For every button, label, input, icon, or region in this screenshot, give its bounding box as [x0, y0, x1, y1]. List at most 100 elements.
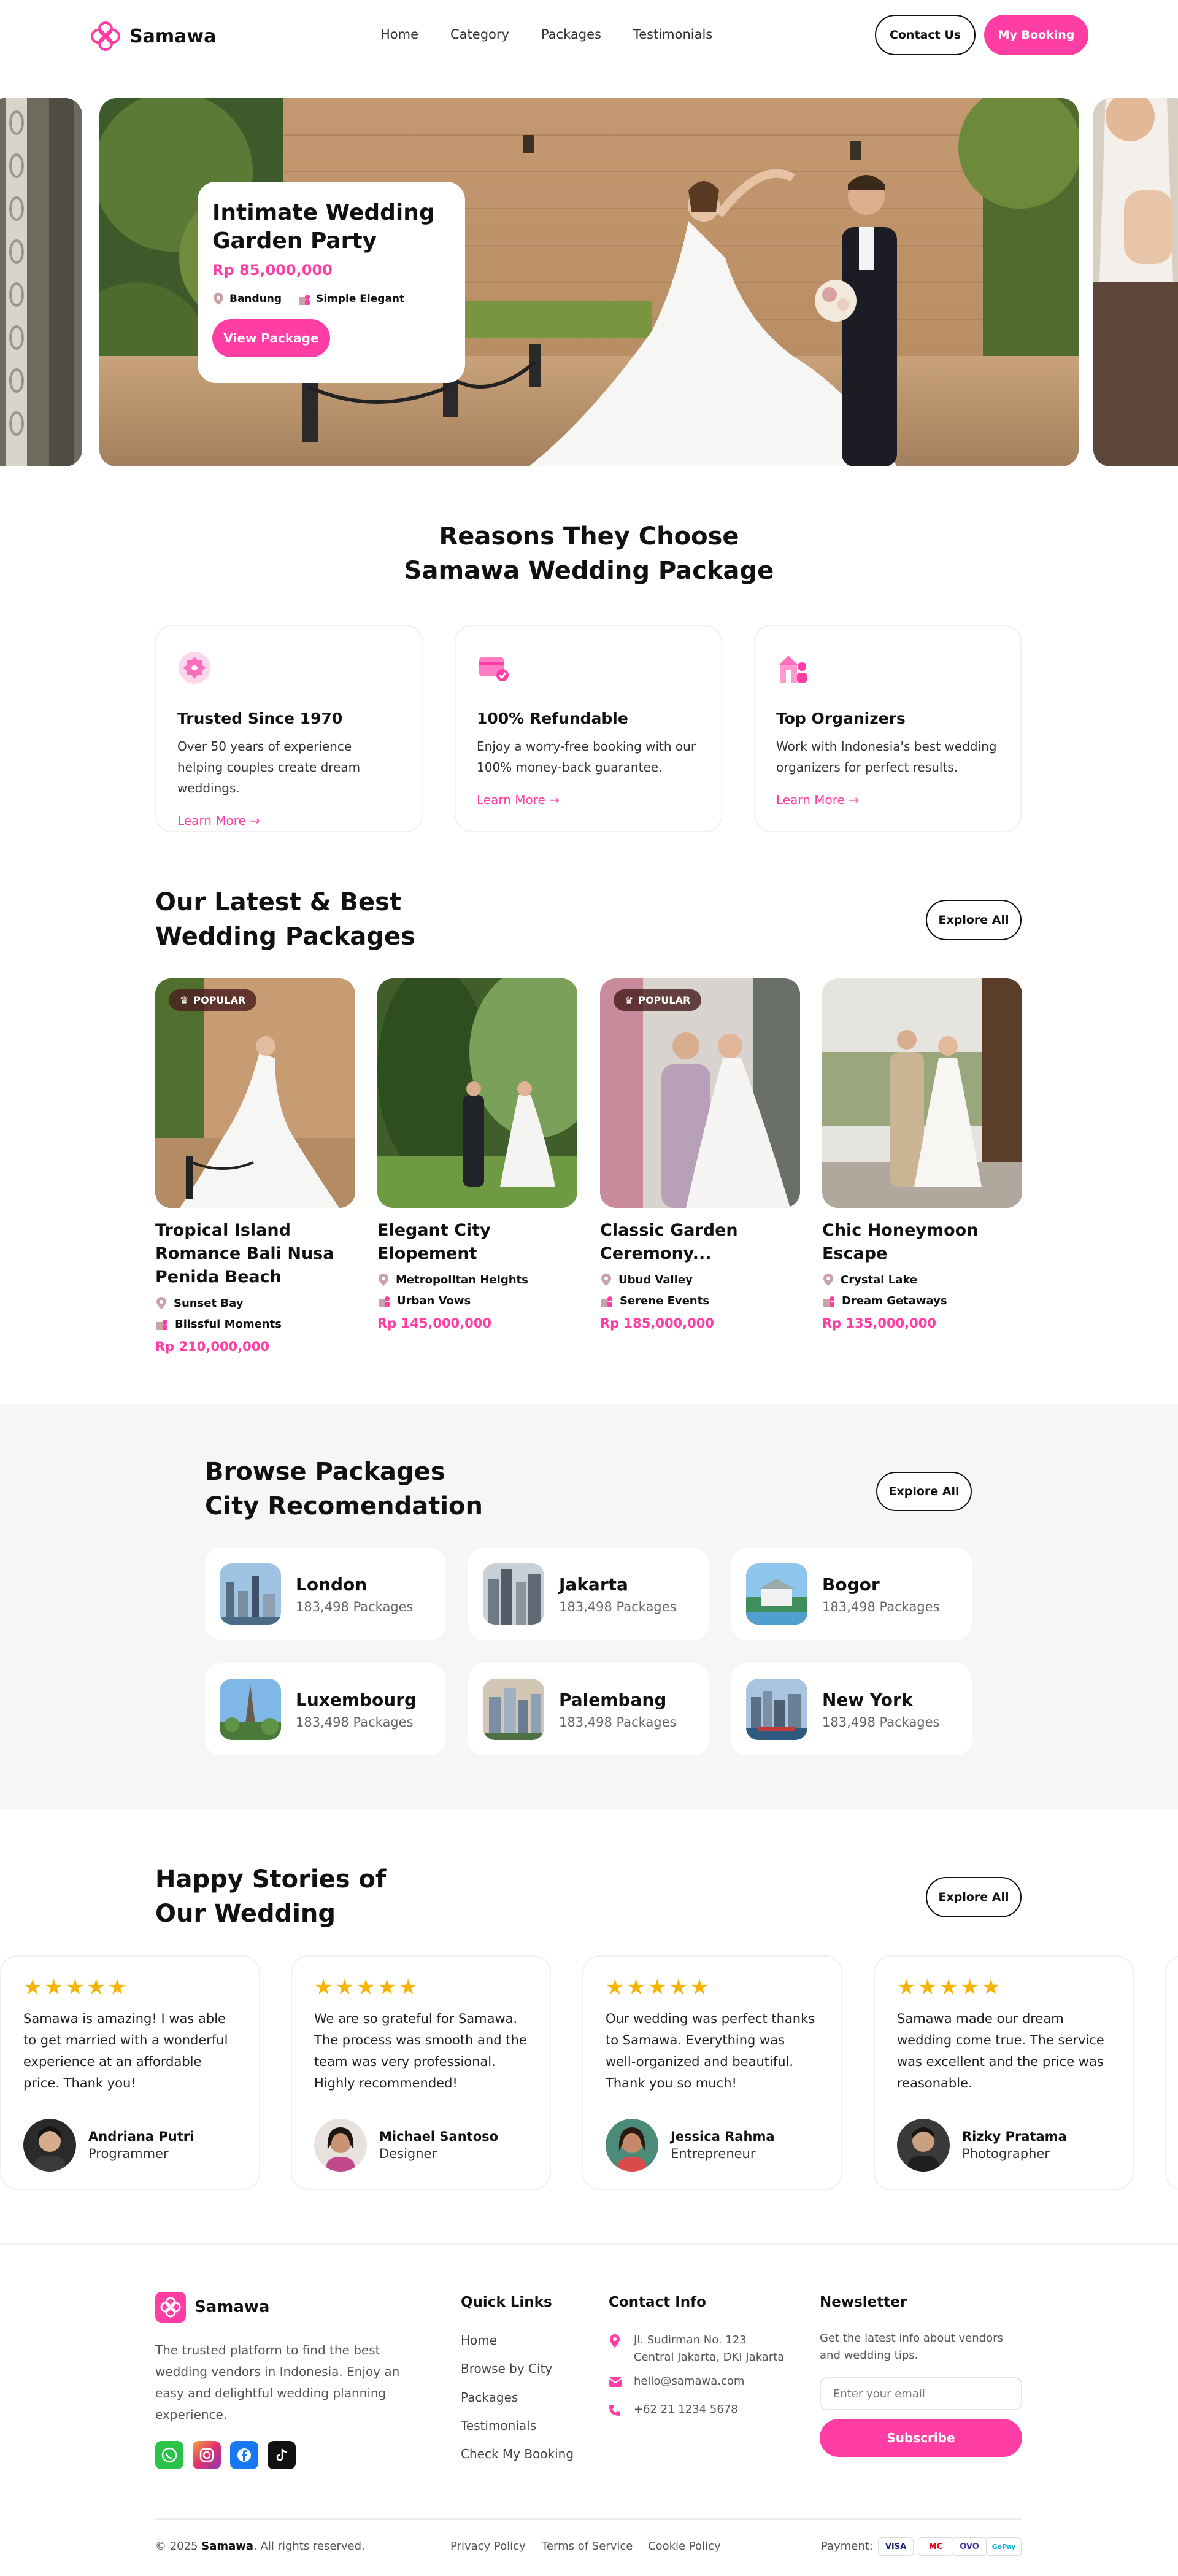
tiktok-icon[interactable] — [268, 2441, 296, 2469]
logo[interactable]: Samawa — [90, 21, 216, 52]
learn-more-link[interactable]: Learn More → — [177, 813, 401, 828]
package-card[interactable]: Elegant City Elopement Metropolitan Heig… — [377, 978, 577, 1331]
address-line2: Central Jakarta, DKI Jakarta — [634, 2351, 785, 2364]
footer-brand-name: Samawa — [194, 2298, 270, 2316]
testimonial-text: Samawa made our dream wedding come true.… — [897, 2011, 1104, 2091]
prev-slide-image — [0, 98, 82, 466]
whatsapp-icon[interactable] — [155, 2441, 183, 2469]
page: Samawa Home Category Packages Testimonia… — [0, 0, 1178, 2576]
reasons-title-line2: Samawa Wedding Package — [404, 557, 774, 585]
my-booking-button[interactable]: My Booking — [984, 15, 1088, 55]
copyright-text: . All rights reserved. — [253, 2540, 365, 2553]
city-card-london[interactable]: London 183,498 Packages — [205, 1548, 445, 1640]
package-card[interactable]: ♛ POPULAR Classic Garden Ceremony... Ubud… — [600, 978, 800, 1331]
city-count: 183,498 Packages — [822, 1714, 940, 1730]
footer-link-home[interactable]: Home — [461, 2333, 497, 2348]
footer-link-browse-city[interactable]: Browse by City — [461, 2361, 552, 2376]
footer-email[interactable]: hello@samawa.com — [634, 2375, 744, 2388]
footer-link-testimonials[interactable]: Testimonials — [461, 2418, 536, 2433]
visa-icon: VISA — [878, 2537, 914, 2556]
rating-stars: ★★★★★ — [23, 1975, 129, 2000]
city-card-bogor[interactable]: Bogor 183,498 Packages — [731, 1548, 972, 1640]
reasons-title: Reasons They Choose Samawa Wedding Packa… — [0, 519, 1178, 588]
location-pin-icon — [610, 2334, 620, 2348]
nav-packages[interactable]: Packages — [541, 27, 601, 42]
organizer-icon — [601, 1296, 612, 1307]
subscribe-button[interactable]: Subscribe — [820, 2419, 1022, 2457]
packages-explore-all-button[interactable]: Explore All — [926, 900, 1022, 940]
package-location: Metropolitan Heights — [396, 1273, 528, 1286]
nav-links: Home Category Packages Testimonials — [380, 27, 712, 42]
location-pin-icon — [601, 1274, 611, 1286]
copyright: © 2025 Samawa. All rights reserved. — [155, 2540, 365, 2553]
packages-title-line1: Our Latest & Best — [155, 888, 402, 916]
mastercard-icon: MC — [918, 2537, 953, 2556]
newsletter-email-input[interactable] — [820, 2377, 1022, 2410]
package-price: Rp 135,000,000 — [822, 1316, 936, 1331]
gopay-icon: GoPay — [986, 2537, 1022, 2556]
refund-card-icon — [479, 657, 509, 681]
footer-link-packages[interactable]: Packages — [461, 2390, 518, 2405]
footer-address: Jl. Sudirman No. 123 Central Jakarta, DK… — [634, 2332, 784, 2366]
organizer-icon — [823, 1296, 834, 1307]
city-name: New York — [822, 1689, 913, 1710]
contact-info-title: Contact Info — [609, 2294, 706, 2310]
package-organizer: Urban Vows — [397, 1294, 471, 1307]
package-image: ♛ POPULAR — [600, 978, 800, 1208]
package-organizer: Serene Events — [620, 1294, 709, 1307]
contact-us-button[interactable]: Contact Us — [875, 15, 976, 55]
city-name: Jakarta — [559, 1574, 628, 1595]
testimonial-card: ★★★★★ Our wedding was perfect thanks to … — [582, 1955, 842, 2190]
footer-phone[interactable]: +62 21 1234 5678 — [634, 2403, 738, 2416]
city-card-palembang[interactable]: Palembang 183,498 Packages — [468, 1663, 709, 1755]
hero-prev-slide[interactable] — [0, 98, 82, 466]
nav-category[interactable]: Category — [450, 27, 509, 42]
footer-logo[interactable]: Samawa — [155, 2292, 269, 2323]
package-title: Chic Honeymoon Escape — [822, 1221, 979, 1263]
learn-more-link[interactable]: Learn More → — [477, 792, 700, 807]
city-count: 183,498 Packages — [559, 1599, 677, 1614]
copyright-brand: Samawa — [201, 2540, 254, 2553]
footer-link-check-booking[interactable]: Check My Booking — [461, 2446, 574, 2461]
package-card[interactable]: Chic Honeymoon Escape Crystal Lake Dream… — [822, 978, 1022, 1331]
city-image — [483, 1563, 544, 1625]
city-image — [220, 1563, 281, 1625]
reason-card-trusted: Trusted Since 1970 Over 50 years of expe… — [155, 625, 423, 832]
hero-next-slide[interactable] — [1093, 98, 1178, 466]
city-name: Bogor — [822, 1574, 880, 1595]
next-slide-image — [1093, 98, 1178, 466]
view-package-button[interactable]: View Package — [212, 319, 330, 357]
city-card-new-york[interactable]: New York 183,498 Packages — [731, 1663, 972, 1755]
user-role: Designer — [379, 2146, 437, 2161]
award-icon — [179, 652, 210, 684]
user-role: Entrepreneur — [671, 2146, 756, 2161]
stories-explore-all-button[interactable]: Explore All — [926, 1877, 1022, 1917]
package-location: Crystal Lake — [841, 1273, 918, 1286]
city-card-luxembourg[interactable]: Luxembourg 183,498 Packages — [205, 1663, 445, 1755]
privacy-policy-link[interactable]: Privacy Policy — [450, 2540, 526, 2553]
facebook-icon[interactable] — [230, 2441, 258, 2469]
terms-link[interactable]: Terms of Service — [542, 2540, 633, 2553]
popular-badge: ♛ POPULAR — [169, 989, 257, 1011]
package-title: Elegant City Elopement — [377, 1221, 491, 1263]
location-pin-icon — [214, 293, 223, 305]
user-role: Programmer — [88, 2146, 169, 2161]
package-organizer: Dream Getaways — [842, 1294, 947, 1307]
stories-title-line1: Happy Stories of — [155, 1865, 387, 1893]
city-card-jakarta[interactable]: Jakarta 183,498 Packages — [468, 1548, 709, 1640]
nav-testimonials[interactable]: Testimonials — [633, 27, 712, 42]
instagram-icon[interactable] — [193, 2441, 221, 2469]
package-card[interactable]: ♛ POPULAR Tropical Island Romance Bali Nu… — [155, 978, 355, 1354]
cookie-policy-link[interactable]: Cookie Policy — [648, 2540, 721, 2553]
cities-title-line2: City Recomendation — [205, 1492, 483, 1520]
cities-title: Browse Packages City Recomendation — [205, 1455, 483, 1523]
avatar — [23, 2119, 76, 2172]
copyright-year: © 2025 — [155, 2540, 198, 2553]
location-pin-icon — [823, 1274, 833, 1286]
nav-home[interactable]: Home — [380, 27, 418, 42]
cities-explore-all-button[interactable]: Explore All — [876, 1472, 972, 1511]
organizer-icon — [156, 1320, 167, 1330]
learn-more-link[interactable]: Learn More → — [776, 792, 999, 807]
testimonial-text: We are so grateful for Samawa. The proce… — [314, 2011, 527, 2091]
hero-organizer: Simple Elegant — [316, 293, 405, 305]
